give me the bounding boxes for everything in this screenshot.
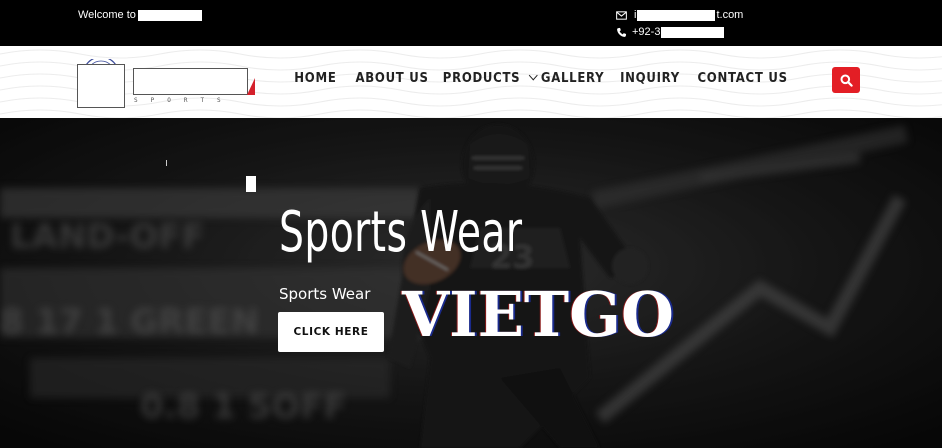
search-button[interactable] [832, 67, 860, 93]
email-text-end: t.com [716, 9, 744, 21]
contact-phone[interactable]: +92-3 [616, 26, 725, 38]
logo-name-redacted [133, 68, 248, 95]
nav-inquiry[interactable]: INQUIRY [620, 71, 680, 86]
hero-slider: LAND-OFF 8 17 1 GREEN 0.8 1 5OFF 23 Spor… [0, 118, 942, 448]
nav-contact-us-label: CONTACT US [697, 71, 788, 86]
redacted-phone [661, 26, 725, 38]
redacted-email [637, 9, 716, 21]
phone-icon [617, 27, 627, 37]
logo-subtitle: SPORTS [134, 97, 234, 104]
nav-products[interactable]: PRODUCTS [442, 70, 539, 86]
nav-about-us-label: ABOUT US [355, 71, 429, 86]
redacted-company-name [137, 9, 202, 21]
site-header: SPORTS HOME ABOUT US PRODUCTS GALLERY IN… [0, 46, 942, 118]
hero-title: Sports Wear [279, 200, 523, 265]
nav-about-us[interactable]: ABOUT US [356, 71, 429, 86]
chevron-down-icon [529, 70, 539, 81]
top-bar: Welcome to i t.com +92-3 [0, 0, 942, 46]
hero-subtitle: Sports Wear [279, 285, 371, 303]
search-icon [840, 74, 853, 87]
envelope-icon [616, 10, 627, 20]
nav-products-label: PRODUCTS [442, 71, 521, 86]
nav-home-label: HOME [294, 71, 337, 86]
welcome-text: Welcome to [78, 9, 136, 21]
nav-inquiry-label: INQUIRY [620, 71, 680, 86]
click-here-button[interactable]: CLICK HERE [278, 312, 384, 352]
contact-email[interactable]: i t.com [616, 9, 743, 21]
nav-contact-us[interactable]: CONTACT US [698, 71, 788, 86]
slider-marker [166, 160, 167, 166]
site-logo[interactable]: SPORTS [76, 59, 258, 108]
nav-gallery-label: GALLERY [540, 71, 605, 86]
nav-gallery[interactable]: GALLERY [541, 71, 604, 86]
phone-text-start: +92-3 [632, 26, 661, 38]
logo-emblem-redacted [77, 64, 125, 108]
watermark-text: VIETGO [402, 278, 674, 351]
nav-home[interactable]: HOME [294, 71, 336, 86]
logo-red-accent [247, 78, 255, 95]
welcome-message: Welcome to [78, 9, 202, 21]
slider-indicator [246, 176, 256, 192]
email-text-start: i [634, 9, 637, 21]
